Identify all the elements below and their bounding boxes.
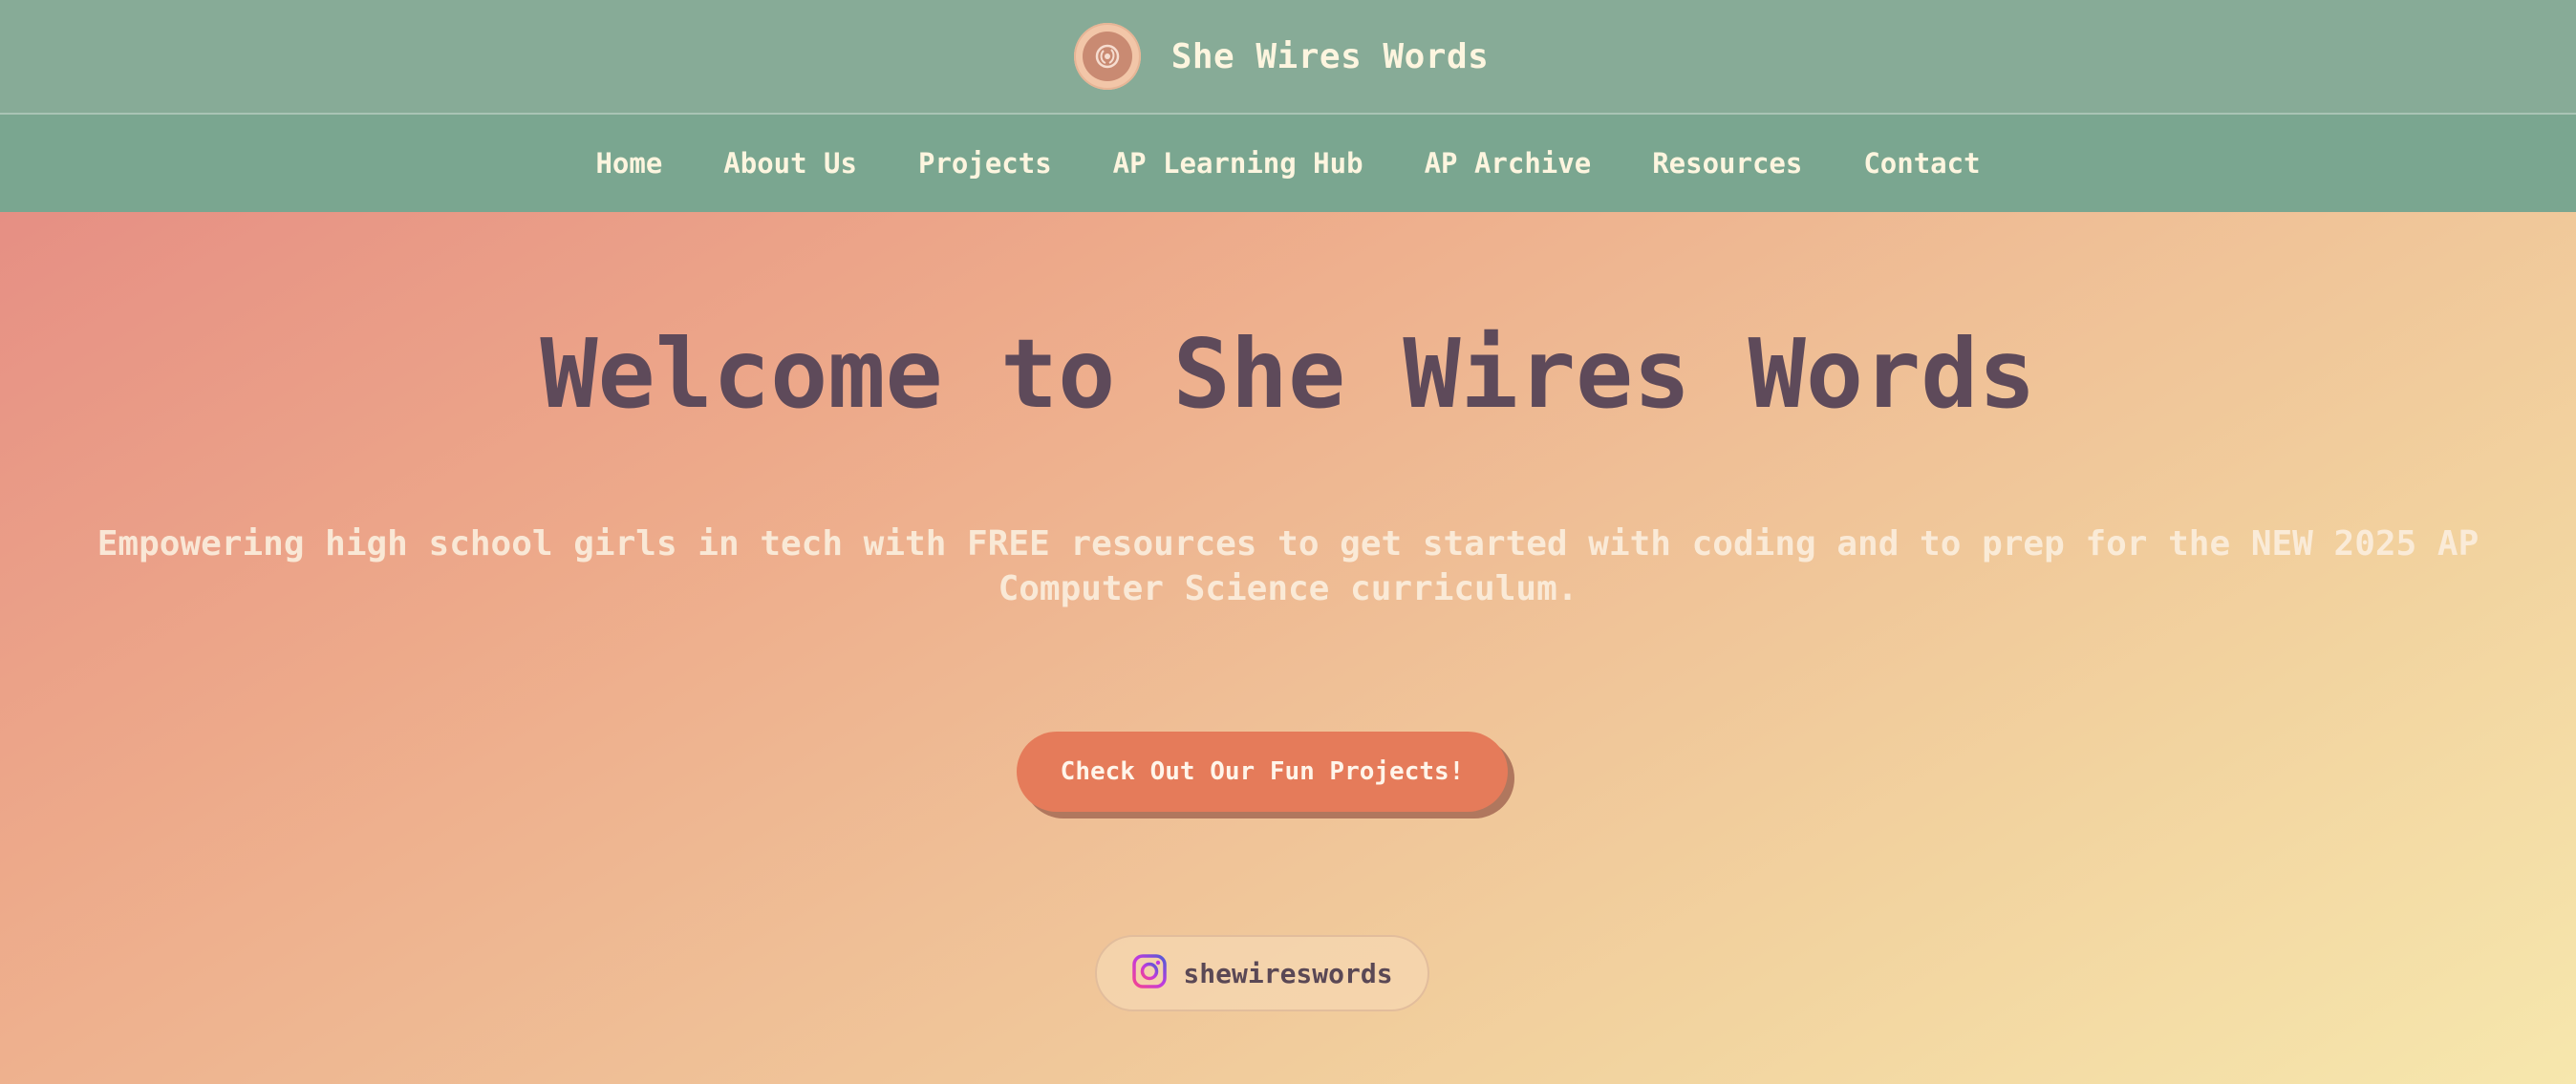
hero-section: Welcome to She Wires Words Empowering hi… bbox=[0, 212, 2576, 1084]
nav-item-contact[interactable]: Contact bbox=[1833, 147, 2010, 180]
projects-cta-button[interactable]: Check Out Our Fun Projects! bbox=[1017, 732, 1508, 812]
nav-item-home[interactable]: Home bbox=[565, 147, 693, 180]
nav-item-ap-archive[interactable]: AP Archive bbox=[1394, 147, 1622, 180]
site-logo[interactable] bbox=[1073, 23, 1141, 90]
instagram-link[interactable]: shewireswords bbox=[1095, 935, 1429, 1011]
nav-item-about-us[interactable]: About Us bbox=[693, 147, 888, 180]
nav-item-ap-learning-hub[interactable]: AP Learning Hub bbox=[1083, 147, 1394, 180]
nav-item-resources[interactable]: Resources bbox=[1621, 147, 1833, 180]
circuit-logo-icon bbox=[1082, 32, 1132, 81]
hero-title: Welcome to She Wires Words bbox=[540, 318, 2036, 430]
hero-subtitle: Empowering high school girls in tech wit… bbox=[97, 524, 2479, 608]
site-header: She Wires Words bbox=[0, 0, 2576, 115]
instagram-handle: shewireswords bbox=[1183, 957, 1393, 989]
instagram-icon bbox=[1131, 953, 1168, 993]
main-nav: Home About Us Projects AP Learning Hub A… bbox=[0, 115, 2576, 212]
site-brand-title[interactable]: She Wires Words bbox=[1171, 37, 1490, 76]
nav-item-projects[interactable]: Projects bbox=[888, 147, 1083, 180]
page: She Wires Words Home About Us Projects A… bbox=[0, 0, 2576, 1084]
